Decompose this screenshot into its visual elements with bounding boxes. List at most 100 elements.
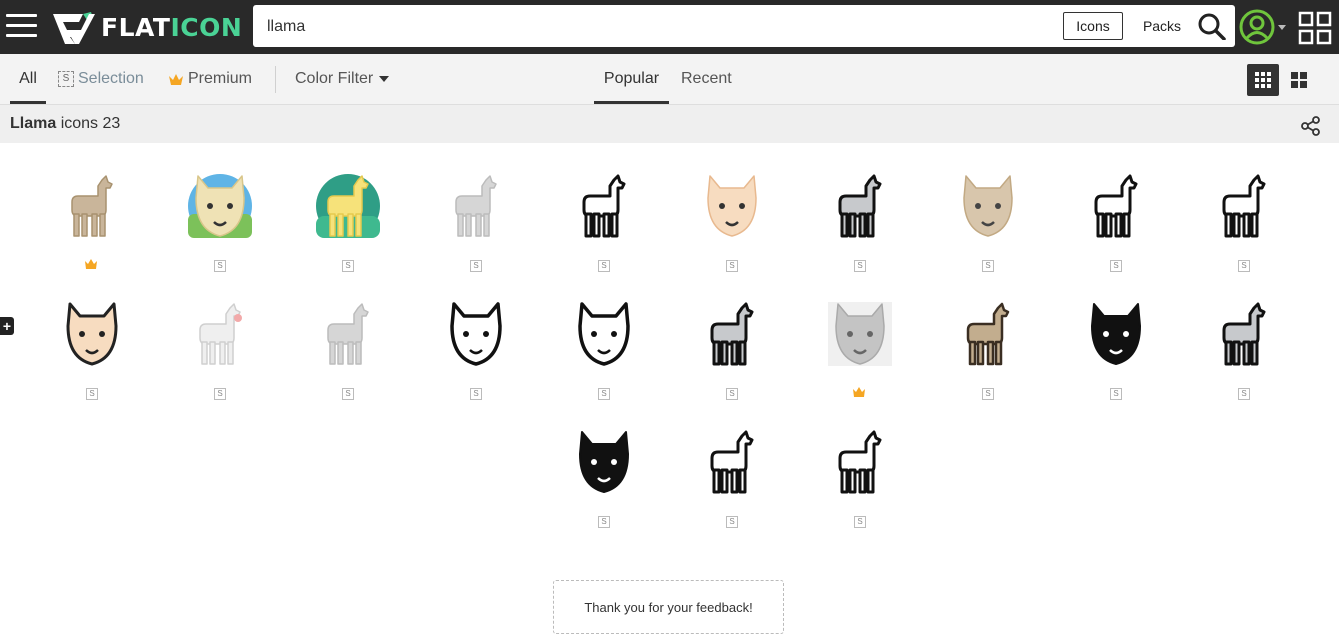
llama-outline-icon[interactable] (568, 170, 640, 242)
icon-result-item[interactable]: S (1180, 298, 1308, 426)
active-tab-underline (594, 101, 669, 104)
llama-face-outline-icon[interactable] (568, 298, 640, 370)
free-license-icon: S (598, 260, 610, 272)
icon-result-item[interactable]: S (412, 298, 540, 426)
icon-result-item[interactable]: S (668, 298, 796, 426)
feedback-text: Thank you for your feedback! (584, 599, 753, 615)
search-icon[interactable] (1197, 12, 1227, 40)
icon-result-item[interactable]: S (284, 170, 412, 298)
llama-grey-icon[interactable] (440, 170, 512, 242)
llama-grey-outline-icon[interactable] (824, 170, 896, 242)
icon-result-item[interactable]: S (156, 170, 284, 298)
yak-face-solid-icon[interactable] (1080, 298, 1152, 370)
icon-result-item[interactable]: S (540, 170, 668, 298)
yak-solid-icon[interactable] (568, 426, 640, 498)
icon-result-item[interactable]: S (156, 298, 284, 426)
llama-line-icon[interactable] (1080, 170, 1152, 242)
icon-result-item[interactable]: S (1052, 170, 1180, 298)
share-icon[interactable] (1301, 116, 1321, 136)
flaticon-logo-mark-icon (53, 12, 95, 44)
llama-yellow-circle-icon[interactable] (312, 170, 384, 242)
yak-face-icon[interactable] (952, 170, 1024, 242)
llama-icon[interactable] (56, 170, 128, 242)
top-navbar: FLATICON Icons Packs (0, 0, 1339, 54)
icon-result-item[interactable]: S (1052, 298, 1180, 426)
alpaca-face-outline-icon[interactable] (56, 298, 128, 370)
llama-brown-outline-icon[interactable] (952, 298, 1024, 370)
icon-result-item[interactable]: S (412, 170, 540, 298)
icon-result-item[interactable]: S (668, 426, 796, 554)
premium-crown-icon (853, 387, 865, 397)
tab-selection[interactable]: S Selection (58, 54, 144, 104)
llama-face-grey-icon[interactable] (824, 298, 896, 370)
premium-crown-icon (85, 259, 97, 269)
search-input[interactable] (265, 5, 1049, 49)
tab-recent[interactable]: Recent (681, 54, 732, 104)
large-grid-view-button[interactable] (1283, 64, 1315, 96)
menu-icon[interactable] (6, 12, 37, 40)
llama-face-circle-icon[interactable] (184, 170, 256, 242)
tab-popular-label: Popular (603, 70, 660, 87)
apps-grid-icon[interactable] (1298, 11, 1332, 45)
tab-premium-label: Premium (188, 70, 253, 87)
free-license-icon: S (854, 260, 866, 272)
tab-popular[interactable]: Popular (594, 54, 669, 104)
tab-premium[interactable]: Premium (168, 54, 252, 104)
tab-recent-label: Recent (681, 70, 732, 87)
free-license-icon: S (982, 260, 994, 272)
icon-result-item[interactable]: S (28, 298, 156, 426)
icon-result-item[interactable] (796, 298, 924, 426)
free-license-icon: S (470, 260, 482, 272)
free-license-icon: S (982, 388, 994, 400)
icon-result-item[interactable]: S (668, 170, 796, 298)
color-filter-dropdown[interactable]: Color Filter (295, 54, 390, 104)
icon-result-item[interactable]: S (540, 298, 668, 426)
search-box: Icons Packs (253, 5, 1235, 49)
tab-all[interactable]: All (10, 54, 46, 104)
icon-result-item[interactable] (28, 170, 156, 298)
selection-icon: S (58, 71, 74, 87)
tab-all-label: All (19, 70, 37, 87)
free-license-icon: S (726, 260, 738, 272)
free-license-icon: S (1238, 388, 1250, 400)
icon-result-item[interactable]: S (796, 426, 924, 554)
free-license-icon: S (598, 388, 610, 400)
user-avatar-icon[interactable] (1239, 9, 1287, 45)
logo-text: FLATICON (101, 12, 243, 42)
filter-bar: All S Selection Premium Color Filter Pop… (0, 54, 1339, 105)
packs-toggle-button[interactable]: Packs (1137, 12, 1187, 40)
icon-result-item[interactable]: S (1180, 170, 1308, 298)
free-license-icon: S (726, 388, 738, 400)
free-license-icon: S (1110, 388, 1122, 400)
icon-result-item[interactable]: S (796, 170, 924, 298)
small-grid-icon (1255, 72, 1271, 88)
icon-result-item[interactable]: S (924, 298, 1052, 426)
divider (275, 66, 276, 93)
crown-icon (169, 73, 183, 85)
feedback-message: Thank you for your feedback! (553, 580, 784, 634)
icons-toggle-button[interactable]: Icons (1063, 12, 1123, 40)
icon-result-item[interactable]: S (284, 298, 412, 426)
free-license-icon: S (1238, 260, 1250, 272)
alpaca-face-icon[interactable] (696, 170, 768, 242)
llama-line-icon[interactable] (1208, 170, 1280, 242)
free-license-icon: S (726, 516, 738, 528)
llama-woolly-outline-icon[interactable] (824, 426, 896, 498)
large-grid-icon (1291, 72, 1307, 88)
free-license-icon: S (1110, 260, 1122, 272)
icon-result-item[interactable]: S (540, 426, 668, 554)
llama-standing-icon[interactable] (312, 298, 384, 370)
free-license-icon: S (214, 388, 226, 400)
flaticon-logo[interactable]: FLATICON (53, 9, 242, 45)
tab-selection-label: Selection (78, 70, 144, 87)
active-tab-underline (10, 101, 46, 104)
llama-grey-lineal-icon[interactable] (1208, 298, 1280, 370)
alpaca-grey-outline-icon[interactable] (696, 298, 768, 370)
add-collection-button[interactable]: + (0, 317, 14, 335)
small-grid-view-button[interactable] (1247, 64, 1279, 96)
yak-outline-icon[interactable] (440, 298, 512, 370)
alpaca-outline-icon[interactable] (696, 426, 768, 498)
alpaca-white-icon[interactable] (184, 298, 256, 370)
chevron-down-icon (379, 76, 390, 82)
icon-result-item[interactable]: S (924, 170, 1052, 298)
